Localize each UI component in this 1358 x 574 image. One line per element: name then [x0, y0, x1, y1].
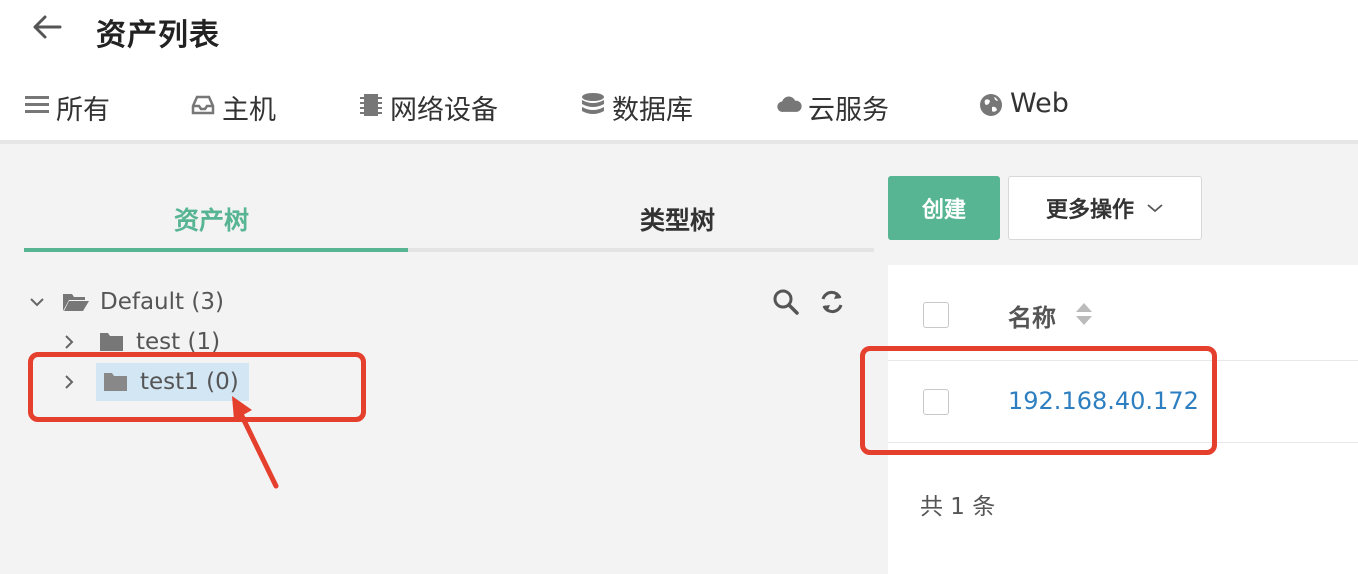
chevron-down-icon	[1147, 204, 1163, 213]
tab-label: 数据库	[612, 95, 693, 126]
main-content: 资产树 类型树 Default (3) test (1) test1 (0) 创…	[0, 144, 1358, 574]
chevron-down-icon[interactable]	[26, 291, 48, 313]
folder-open-icon	[63, 294, 89, 311]
chip-icon	[360, 94, 382, 116]
category-tabs: 所有 主机 网络设备 数据库 云服务 Web	[0, 78, 1358, 144]
folder-icon	[100, 333, 123, 351]
tab-type-tree[interactable]: 类型树	[640, 201, 715, 237]
tab-label: 所有	[56, 95, 110, 126]
sort-icon[interactable]	[1074, 301, 1094, 327]
tab-web[interactable]: Web	[978, 88, 1069, 144]
globe-icon	[980, 94, 1002, 116]
page-header: 资产列表	[0, 0, 1358, 60]
column-header-name[interactable]: 名称	[1008, 298, 1056, 333]
select-all-checkbox[interactable]	[923, 302, 949, 328]
tab-asset-tree[interactable]: 资产树	[174, 201, 249, 237]
inbox-icon	[191, 95, 215, 115]
tab-all[interactable]: 所有	[23, 88, 113, 144]
tree-tabs: 资产树 类型树	[24, 189, 874, 253]
list-icon	[25, 96, 49, 113]
tab-database[interactable]: 数据库	[580, 88, 693, 144]
row-checkbox[interactable]	[923, 389, 949, 415]
cloud-icon	[777, 96, 802, 112]
asset-name-link[interactable]: 192.168.40.172	[1008, 387, 1199, 415]
tab-cloud-service[interactable]: 云服务	[776, 88, 889, 144]
database-icon	[582, 93, 604, 114]
search-icon[interactable]	[772, 288, 800, 316]
table-row: 192.168.40.172	[888, 361, 1358, 443]
create-button[interactable]: 创建	[888, 176, 1000, 240]
tree-node-test[interactable]: test (1)	[58, 324, 224, 360]
tree-node-default[interactable]: Default (3)	[26, 284, 228, 320]
chevron-right-icon[interactable]	[58, 371, 80, 393]
tab-network-device[interactable]: 网络设备	[358, 88, 498, 144]
total-count: 共 1 条	[920, 494, 996, 520]
tree-node-label: test (1)	[136, 329, 221, 355]
chevron-right-icon[interactable]	[58, 331, 80, 353]
table-header: 名称	[888, 265, 1358, 361]
refresh-icon[interactable]	[818, 288, 846, 316]
folder-icon	[104, 373, 127, 391]
tab-label: 网络设备	[390, 95, 498, 126]
back-arrow-icon[interactable]	[30, 12, 64, 42]
page-title: 资产列表	[96, 18, 220, 53]
tab-host[interactable]: 主机	[190, 88, 276, 144]
tree-node-label: Default (3)	[100, 289, 224, 315]
active-tab-indicator	[24, 248, 408, 252]
tab-label: 主机	[222, 95, 276, 126]
more-actions-dropdown[interactable]: 更多操作	[1008, 176, 1202, 240]
more-actions-label: 更多操作	[1045, 198, 1134, 223]
tab-label: Web	[1010, 88, 1069, 119]
annotation-arrow-icon	[232, 396, 279, 489]
tree-toolbar	[772, 284, 846, 320]
asset-table: 名称 192.168.40.172 共 1 条	[888, 265, 1358, 574]
tab-label: 云服务	[808, 95, 889, 126]
